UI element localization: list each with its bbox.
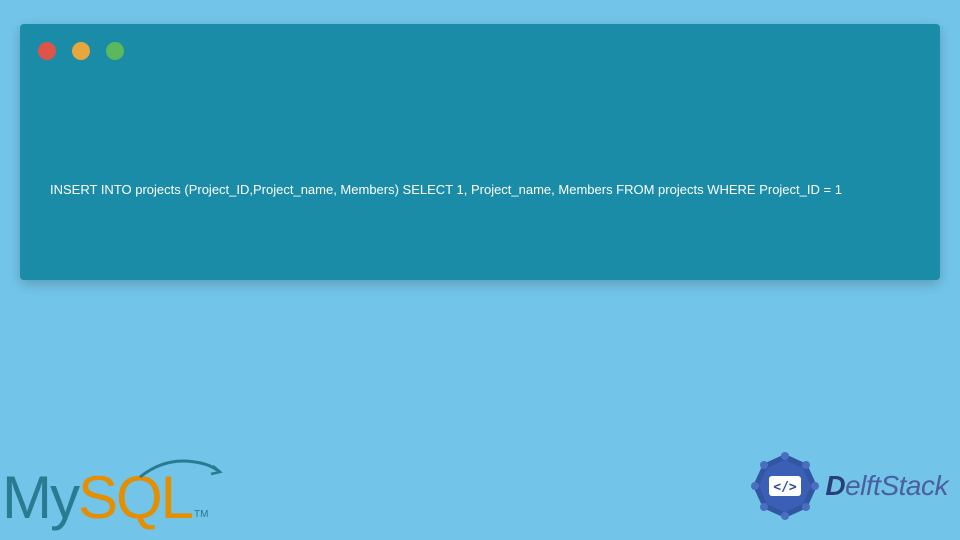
delftstack-rest: elftStack	[845, 470, 948, 501]
close-icon[interactable]	[38, 42, 56, 60]
delftstack-d: D	[825, 470, 845, 501]
maximize-icon[interactable]	[106, 42, 124, 60]
mysql-swoosh-icon	[135, 452, 225, 482]
delftstack-text: DelftStack	[825, 470, 948, 502]
delftstack-badge-icon: </>	[749, 450, 821, 522]
terminal-window: INSERT INTO projects (Project_ID,Project…	[20, 24, 940, 280]
svg-text:</>: </>	[774, 480, 798, 495]
mysql-logo-my: My	[2, 463, 78, 532]
delftstack-logo: </> DelftStack	[749, 450, 948, 522]
code-content: INSERT INTO projects (Project_ID,Project…	[50, 182, 910, 197]
mysql-logo-tm: TM	[194, 509, 208, 520]
minimize-icon[interactable]	[72, 42, 90, 60]
window-controls	[38, 42, 124, 60]
